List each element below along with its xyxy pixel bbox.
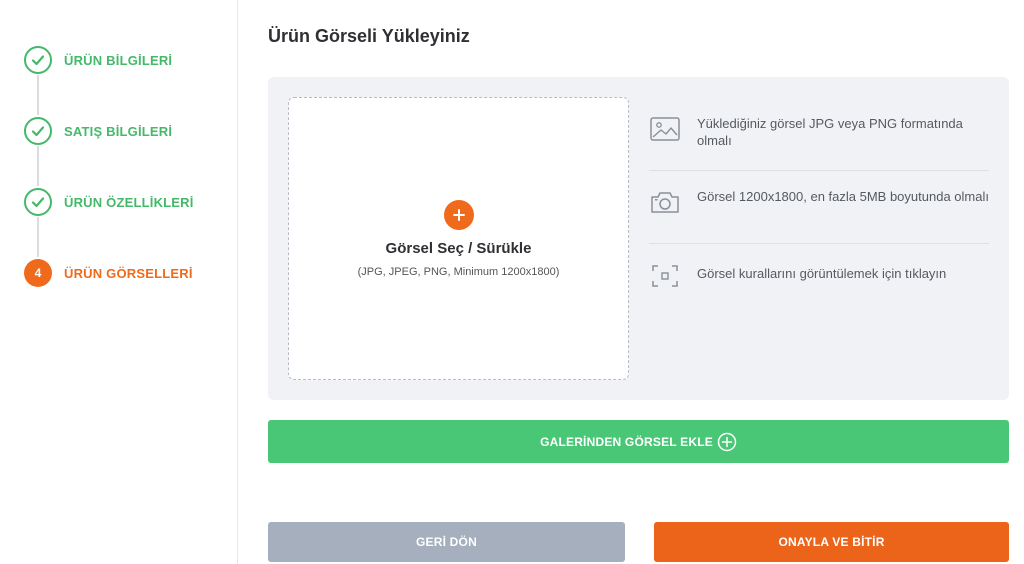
divider	[649, 243, 989, 244]
page-title: Ürün Görseli Yükleyiniz	[268, 26, 470, 46]
info-text: Yüklediğiniz görsel JPG veya PNG formatı…	[697, 116, 963, 148]
upload-panel: Görsel Seç / Sürükle (JPG, JPEG, PNG, Mi…	[268, 77, 1009, 400]
check-icon	[24, 117, 52, 145]
plus-circle-icon	[717, 432, 737, 452]
add-from-gallery-button[interactable]: GALERİNDEN GÖRSEL EKLE	[268, 420, 1009, 463]
dropzone-title: Görsel Seç / Sürükle	[385, 240, 532, 257]
stepper-sidebar: ÜRÜN BİLGİLERİ SATIŞ BİLGİLERİ ÜRÜN ÖZEL…	[0, 0, 238, 564]
step-label: ÜRÜN BİLGİLERİ	[64, 52, 173, 68]
step-label: ÜRÜN ÖZELLİKLERİ	[64, 194, 194, 210]
check-icon	[24, 188, 52, 216]
step-number-badge: 4	[24, 259, 52, 287]
step-connector	[37, 75, 39, 115]
step-label: ÜRÜN GÖRSELLERİ	[64, 265, 193, 281]
step-connector	[37, 217, 39, 257]
button-label: GALERİNDEN GÖRSEL EKLE	[540, 434, 713, 449]
info-rules-link[interactable]: Görsel kurallarını görüntülemek için tık…	[649, 262, 989, 290]
info-format: Yüklediğiniz görsel JPG veya PNG formatı…	[649, 115, 989, 149]
button-label: ONAYLA VE BİTİR	[778, 535, 885, 549]
plus-icon[interactable]	[444, 200, 474, 230]
image-dropzone[interactable]: Görsel Seç / Sürükle (JPG, JPEG, PNG, Mi…	[288, 97, 629, 380]
step-satis-bilgileri[interactable]: SATIŞ BİLGİLERİ	[24, 117, 172, 145]
check-icon	[24, 46, 52, 74]
dropzone-subtitle: (JPG, JPEG, PNG, Minimum 1200x1800)	[357, 266, 560, 278]
step-urun-gorselleri[interactable]: 4 ÜRÜN GÖRSELLERİ	[24, 259, 193, 287]
frame-icon	[649, 262, 681, 290]
info-size: Görsel 1200x1800, en fazla 5MB boyutunda…	[649, 188, 989, 216]
camera-icon	[649, 188, 681, 216]
info-text: Görsel kurallarını görüntülemek için tık…	[697, 266, 947, 281]
step-connector	[37, 146, 39, 186]
confirm-finish-button[interactable]: ONAYLA VE BİTİR	[654, 522, 1009, 562]
step-urun-ozellikleri[interactable]: ÜRÜN ÖZELLİKLERİ	[24, 188, 194, 216]
info-text: Görsel 1200x1800, en fazla 5MB boyutunda…	[697, 189, 989, 204]
button-label: GERİ DÖN	[416, 535, 477, 549]
divider	[649, 170, 989, 171]
step-label: SATIŞ BİLGİLERİ	[64, 123, 173, 139]
image-icon	[649, 115, 681, 143]
step-urun-bilgileri[interactable]: ÜRÜN BİLGİLERİ	[24, 46, 172, 74]
back-button[interactable]: GERİ DÖN	[268, 522, 625, 562]
